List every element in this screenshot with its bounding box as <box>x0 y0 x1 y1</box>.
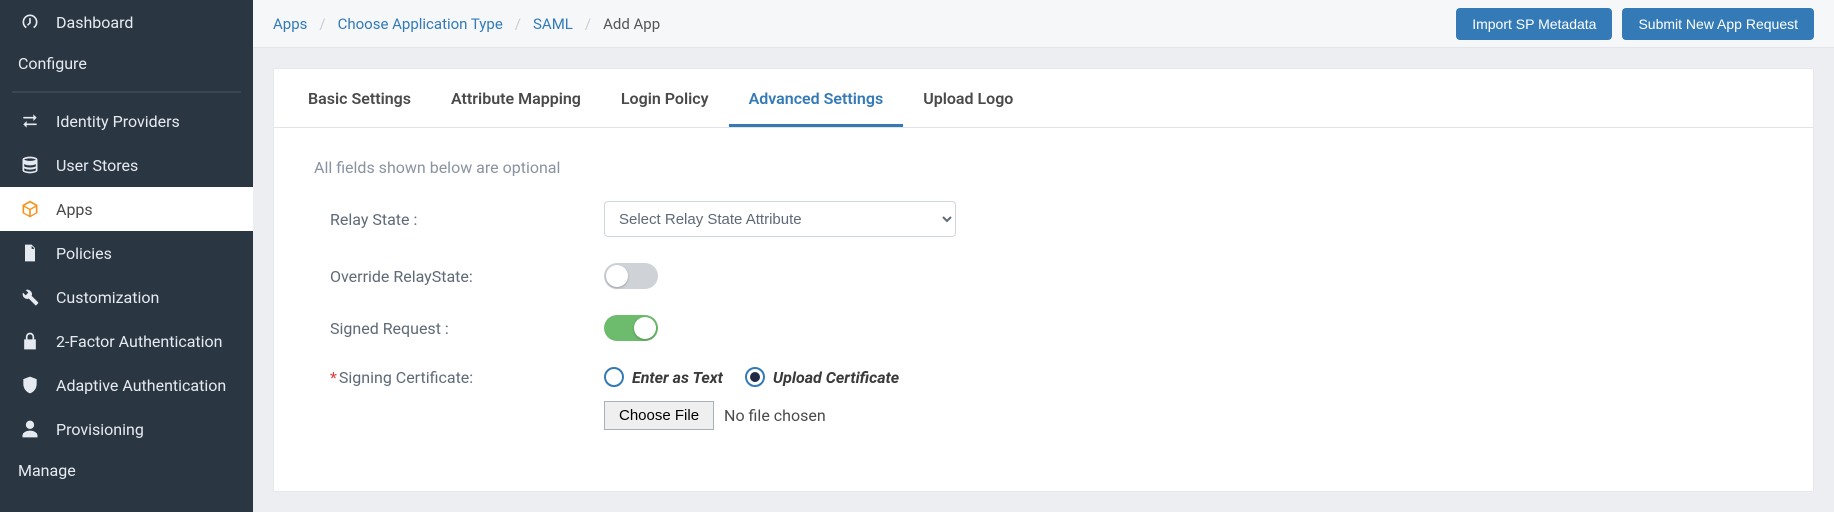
sidebar-item-label: Policies <box>56 244 112 263</box>
radio-enter-as-text[interactable]: Enter as Text <box>604 367 723 387</box>
sidebar-section-manage[interactable]: Manage <box>0 451 253 492</box>
database-icon <box>18 155 42 175</box>
lock-icon <box>18 331 42 351</box>
file-icon <box>18 243 42 263</box>
required-marker: * <box>330 368 337 387</box>
crumb-saml[interactable]: SAML <box>533 15 573 33</box>
row-signed-request: Signed Request : <box>314 315 1773 341</box>
crumb-separator: / <box>515 15 521 33</box>
tab-advanced-settings[interactable]: Advanced Settings <box>729 69 904 127</box>
tab-upload-logo[interactable]: Upload Logo <box>903 69 1033 127</box>
override-relaystate-toggle[interactable] <box>604 263 658 289</box>
sidebar-item-label: Identity Providers <box>56 112 180 131</box>
radio-label-upload: Upload Certificate <box>773 368 899 387</box>
sidebar-item-dashboard[interactable]: Dashboard <box>0 0 253 44</box>
choose-file-button[interactable]: Choose File <box>604 401 714 430</box>
sidebar-item-provisioning[interactable]: Provisioning <box>0 407 253 451</box>
import-sp-metadata-button[interactable]: Import SP Metadata <box>1456 8 1612 40</box>
row-file-chooser: Choose File No file chosen <box>314 401 1773 430</box>
radio-upload-certificate[interactable]: Upload Certificate <box>745 367 899 387</box>
toggle-knob <box>634 317 656 339</box>
sidebar-section-label: Configure <box>18 54 87 73</box>
sidebar-item-identity-providers[interactable]: Identity Providers <box>0 99 253 143</box>
optional-fields-hint: All fields shown below are optional <box>314 158 1773 177</box>
dashboard-icon <box>18 12 42 32</box>
crumb-separator: / <box>585 15 591 33</box>
sidebar-separator <box>12 91 241 93</box>
radio-icon <box>745 367 765 387</box>
submit-new-app-request-button[interactable]: Submit New App Request <box>1622 8 1814 40</box>
row-relay-state: Relay State : Select Relay State Attribu… <box>314 201 1773 237</box>
sidebar-item-label: Apps <box>56 200 93 219</box>
sidebar-section-label: Manage <box>18 461 76 480</box>
signed-request-toggle[interactable] <box>604 315 658 341</box>
tab-basic-settings[interactable]: Basic Settings <box>288 69 431 127</box>
sidebar-item-label: User Stores <box>56 156 138 175</box>
wrench-icon <box>18 287 42 307</box>
sidebar-item-label: Dashboard <box>56 13 133 32</box>
cube-icon <box>18 199 42 219</box>
sidebar-item-customization[interactable]: Customization <box>0 275 253 319</box>
toggle-knob <box>606 265 628 287</box>
row-signing-certificate: *Signing Certificate: Enter as Text Uplo… <box>314 367 1773 387</box>
crumb-separator: / <box>319 15 325 33</box>
label-signed-request: Signed Request : <box>314 319 604 338</box>
sidebar-item-label: Customization <box>56 288 159 307</box>
row-override-relaystate: Override RelayState: <box>314 263 1773 289</box>
label-signing-certificate: *Signing Certificate: <box>314 368 604 387</box>
crumb-apps[interactable]: Apps <box>273 15 307 33</box>
sidebar-item-apps[interactable]: Apps <box>0 187 253 231</box>
sidebar-item-policies[interactable]: Policies <box>0 231 253 275</box>
label-signing-certificate-text: Signing Certificate: <box>339 368 473 387</box>
tab-login-policy[interactable]: Login Policy <box>601 69 729 127</box>
label-relay-state: Relay State : <box>314 210 604 229</box>
sidebar-item-adaptive-auth[interactable]: Adaptive Authentication <box>0 363 253 407</box>
panel: Basic Settings Attribute Mapping Login P… <box>273 68 1814 492</box>
sidebar-item-2fa[interactable]: 2-Factor Authentication <box>0 319 253 363</box>
shield-icon <box>18 375 42 395</box>
swap-icon <box>18 111 42 131</box>
sidebar-item-label: Provisioning <box>56 420 144 439</box>
sidebar: Dashboard Configure Identity Providers U… <box>0 0 253 512</box>
breadcrumb: Apps / Choose Application Type / SAML / … <box>273 15 660 33</box>
user-icon <box>18 419 42 439</box>
relay-state-select[interactable]: Select Relay State Attribute <box>604 201 956 237</box>
label-override-relaystate: Override RelayState: <box>314 267 604 286</box>
radio-icon <box>604 367 624 387</box>
file-chosen-status: No file chosen <box>724 406 826 425</box>
sidebar-item-user-stores[interactable]: User Stores <box>0 143 253 187</box>
radio-label-enter-text: Enter as Text <box>632 368 723 387</box>
sidebar-section-configure[interactable]: Configure <box>0 44 253 85</box>
tab-attribute-mapping[interactable]: Attribute Mapping <box>431 69 601 127</box>
main-area: Apps / Choose Application Type / SAML / … <box>253 0 1834 512</box>
sidebar-item-label: Adaptive Authentication <box>56 376 226 395</box>
sidebar-item-label: 2-Factor Authentication <box>56 332 223 351</box>
crumb-add-app: Add App <box>603 15 660 33</box>
crumb-choose-application-type[interactable]: Choose Application Type <box>338 15 503 33</box>
form-area: All fields shown below are optional Rela… <box>274 128 1813 460</box>
tabs: Basic Settings Attribute Mapping Login P… <box>274 69 1813 128</box>
topbar: Apps / Choose Application Type / SAML / … <box>253 0 1834 48</box>
